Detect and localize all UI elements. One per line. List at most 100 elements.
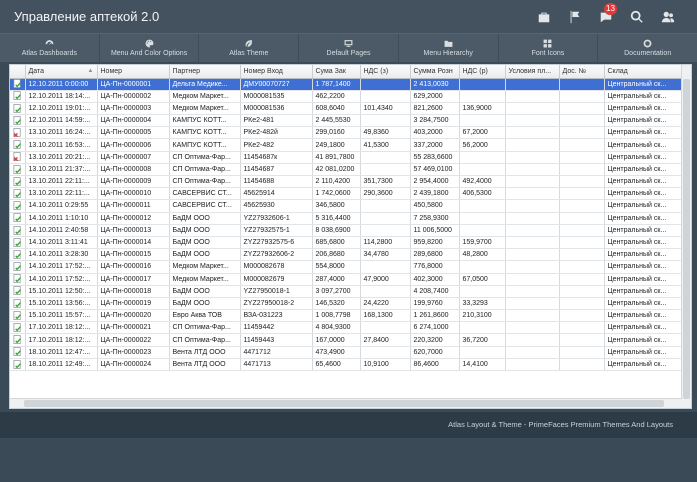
table-row[interactable]: 17.10.2011 18:12:... ЦА-Пн-0000022 СП Опти…	[10, 333, 683, 347]
table-cell	[559, 260, 605, 274]
table-cell	[505, 248, 560, 262]
table-cell: ЦА-Пн-0000009	[97, 175, 170, 189]
table-cell: Центральный ск...	[604, 187, 683, 201]
table-row[interactable]: 13.10.2011 16:53:... ЦА-Пн-0000006 КАМПУС …	[10, 138, 683, 152]
table-row[interactable]: 17.10.2011 18:12:... ЦА-Пн-0000021 СП Опти…	[10, 321, 683, 335]
users-icon[interactable]	[652, 6, 683, 28]
table-cell: БаДМ ООО	[169, 224, 241, 237]
table-row[interactable]: 14.10.2011 0:29:55 ЦА-Пн-0000011 САВСЕРВИС…	[10, 199, 683, 213]
column-header[interactable]: Номер	[97, 65, 170, 79]
document-posted-icon	[13, 176, 21, 186]
table-cell: СП Оптима-Фар...	[169, 175, 241, 189]
table-row[interactable]: 14.10.2011 1:10:10 ЦА-Пн-0000012 БаДМ ООО Y…	[10, 212, 683, 225]
flag-icon[interactable]	[559, 6, 590, 28]
table-cell: 13.10.2011 20:21:...	[25, 151, 98, 164]
menu-item-default-pages[interactable]: Default Pages	[299, 34, 399, 62]
column-header[interactable]: Условия пл...	[505, 65, 560, 79]
row-status-cell	[10, 199, 26, 213]
column-header[interactable]: Дата ▲	[25, 65, 98, 79]
table-row[interactable]: 15.10.2011 12:50:... ЦА-Пн-0000018 БаДМ ОО…	[10, 285, 683, 298]
table-cell	[459, 199, 506, 213]
table-cell	[559, 175, 605, 189]
table-cell: ЦА-Пн-0000020	[97, 309, 170, 323]
table-cell: 462,2200	[312, 90, 361, 103]
table-cell	[559, 309, 605, 323]
column-header[interactable]: НДС (з)	[360, 65, 411, 79]
table-body: 12.10.2011 0:00:00 ЦА-Пн-0000001 Дельта Ме…	[10, 78, 683, 372]
column-header-status[interactable]	[10, 65, 26, 79]
table-row[interactable]: 15.10.2011 13:56:... ЦА-Пн-0000019 БаДМ ОО…	[10, 297, 683, 311]
table-cell: РКе2-481	[240, 114, 313, 128]
table-cell: БаДМ ООО	[169, 212, 241, 225]
table-cell: ЦА-Пн-0000011	[97, 199, 170, 213]
menu-item-font-icons[interactable]: Font Icons	[499, 34, 599, 62]
table-cell: ВЗА-031223	[240, 309, 313, 323]
column-header[interactable]: Склад	[604, 65, 683, 79]
horizontal-scrollbar[interactable]	[10, 398, 682, 408]
table-cell: ДМУ00070727	[240, 78, 313, 91]
briefcase-icon[interactable]	[528, 6, 559, 28]
column-header[interactable]: Партнер	[169, 65, 241, 79]
table-cell	[360, 151, 411, 164]
table-cell: 3 097,2700	[312, 285, 361, 298]
document-posted-icon	[13, 164, 21, 174]
table-row[interactable]: 12.10.2011 14:59:... ЦА-Пн-0000004 КАМПУС …	[10, 114, 683, 128]
row-status-cell	[10, 175, 26, 189]
table-row[interactable]: 18.10.2011 12:49:... ЦА-Пн-0000024 Вента Л…	[10, 358, 683, 372]
table-cell: ЦА-Пн-0000008	[97, 163, 170, 177]
menu-item-label: Menu And Color Options	[110, 50, 188, 57]
table-cell: 959,8200	[410, 236, 460, 250]
table-row[interactable]: 14.10.2011 17:52:... ЦА-Пн-0000017 Медком …	[10, 273, 683, 286]
column-header[interactable]: Дос. №	[559, 65, 605, 79]
column-header[interactable]: НДС (р)	[459, 65, 506, 79]
table-row[interactable]: 13.10.2011 20:21:... ЦА-Пн-0000007 СП Опти…	[10, 151, 683, 164]
menu-item-atlas-dashboards[interactable]: Atlas Dashboards	[0, 34, 100, 62]
documents-grid[interactable]: Дата ▲ Номер Партнер Номер Вход Сума Зак НДС (…	[9, 64, 692, 409]
main-menu: Atlas Dashboards Menu And Color Options …	[0, 33, 697, 62]
table-cell: 45625914	[240, 187, 313, 201]
table-row[interactable]: 13.10.2011 16:24:... ЦА-Пн-0000005 КАМПУС …	[10, 126, 683, 140]
document-posted-icon	[13, 225, 21, 235]
menu-item-documentation[interactable]: Documentation	[598, 34, 697, 62]
table-row[interactable]: 12.10.2011 0:00:00 ЦА-Пн-0000001 Дельта Ме…	[10, 78, 683, 91]
column-header[interactable]: Сумма Розн	[410, 65, 460, 79]
chat-icon[interactable]: 13	[590, 3, 621, 28]
menu-item-menu-and-color-options[interactable]: Menu And Color Options	[100, 34, 200, 62]
column-header[interactable]: Номер Вход	[240, 65, 313, 79]
table-cell: ЦА-Пн-0000021	[97, 321, 170, 335]
scrollbar-thumb[interactable]	[683, 79, 690, 399]
table-cell	[559, 151, 605, 164]
table-row[interactable]: 15.10.2011 15:57:... ЦА-Пн-0000020 Евро Ак…	[10, 309, 683, 323]
vertical-scrollbar[interactable]	[681, 65, 691, 408]
table-row[interactable]: 14.10.2011 3:11:41 ЦА-Пн-0000014 БаДМ ООО Z…	[10, 236, 683, 250]
sort-ascending-icon[interactable]: ▲	[88, 68, 94, 74]
table-cell: ЦА-Пн-0000024	[97, 358, 170, 372]
table-row[interactable]: 14.10.2011 2:40:58 ЦА-Пн-0000013 БаДМ ООО Y…	[10, 224, 683, 237]
menu-item-atlas-theme[interactable]: Atlas Theme	[199, 34, 300, 62]
table-row[interactable]: 14.10.2011 3:28:30 ЦА-Пн-0000015 БаДМ ООО Z…	[10, 248, 683, 262]
table-row[interactable]: 12.10.2011 18:14:... ЦА-Пн-0000002 Медком …	[10, 90, 683, 103]
table-cell: 14.10.2011 0:29:55	[25, 199, 98, 213]
column-header-label: Дос. №	[562, 67, 587, 75]
table-cell	[459, 346, 506, 359]
search-icon[interactable]	[621, 6, 652, 28]
column-header[interactable]: Сума Зак	[312, 65, 361, 79]
table-cell: ЦА-Пн-0000006	[97, 138, 170, 152]
table-row[interactable]: 13.10.2011 22:11:... ЦА-Пн-0000009 СП Опти…	[10, 175, 683, 189]
document-posted-icon	[13, 286, 21, 296]
table-row[interactable]: 13.10.2011 21:37:... ЦА-Пн-0000008 СП Опти…	[10, 163, 683, 177]
table-cell	[505, 273, 560, 286]
menu-item-menu-hierarchy[interactable]: Menu Hierarchy	[399, 34, 499, 62]
leaf-icon	[245, 40, 253, 47]
scrollbar-thumb[interactable]	[24, 400, 664, 407]
table-row[interactable]: 14.10.2011 17:52:... ЦА-Пн-0000016 Медком …	[10, 260, 683, 274]
table-row[interactable]: 18.10.2011 12:47:... ЦА-Пн-0000023 Вента Л…	[10, 346, 683, 359]
table-cell: 11454688	[240, 175, 313, 189]
table-cell	[459, 224, 506, 237]
table-row[interactable]: 12.10.2011 19:01:... ЦА-Пн-0000003 Медком …	[10, 102, 683, 116]
table-cell	[360, 78, 411, 91]
table-cell	[505, 187, 560, 201]
table-cell: ЦА-Пн-0000003	[97, 102, 170, 116]
table-row[interactable]: 13.10.2011 22:11:... ЦА-Пн-0000010 САВСЕРВ…	[10, 187, 683, 201]
table-cell: Евро Аква ТОВ	[169, 309, 241, 323]
